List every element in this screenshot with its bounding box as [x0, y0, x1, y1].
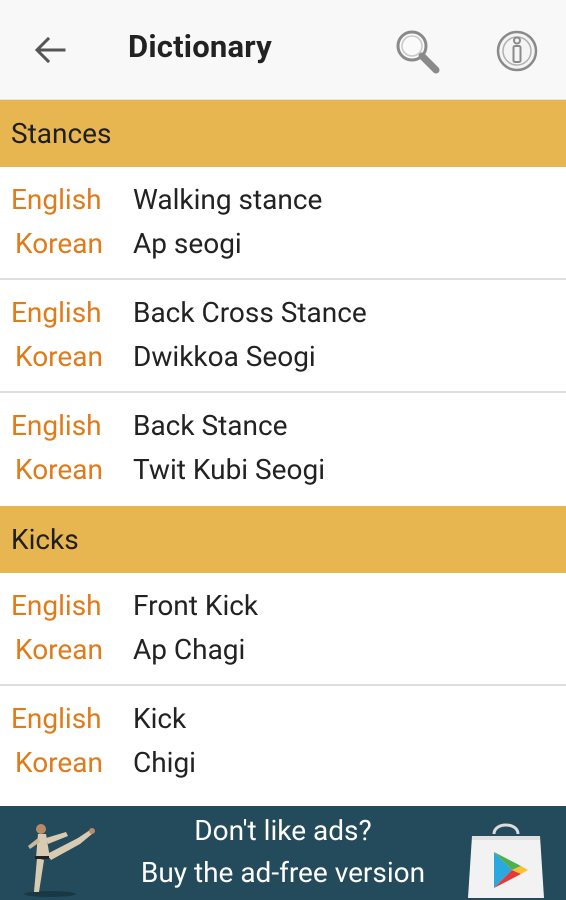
english-term: Back Cross Stance — [133, 296, 367, 329]
english-label: English — [11, 702, 102, 735]
korean-term: Chigi — [133, 746, 196, 779]
list-item[interactable]: English Walking stance Korean Ap seogi — [0, 167, 566, 280]
korean-label: Korean — [15, 453, 103, 486]
back-button[interactable] — [26, 26, 74, 74]
section-header-kicks: Kicks — [0, 506, 566, 573]
play-store-bag-icon — [468, 823, 544, 898]
english-label: English — [11, 296, 102, 329]
dictionary-list: Stances English Walking stance Korean Ap… — [0, 100, 566, 806]
korean-label: Korean — [15, 340, 103, 373]
korean-term: Dwikkoa Seogi — [133, 340, 316, 373]
section-header-stances: Stances — [0, 100, 566, 167]
english-term: Back Stance — [133, 409, 288, 442]
korean-term: Ap Chagi — [133, 633, 246, 666]
ad-banner[interactable]: Don't like ads? Buy the ad-free version — [0, 806, 566, 900]
list-item[interactable]: English Back Cross Stance Korean Dwikkoa… — [0, 280, 566, 393]
korean-term: Twit Kubi Seogi — [133, 453, 326, 486]
search-icon — [396, 30, 440, 74]
list-item[interactable]: English Kick Korean Chigi — [0, 686, 566, 799]
page-title: Dictionary — [128, 28, 272, 65]
list-item[interactable]: English Front Kick Korean Ap Chagi — [0, 573, 566, 686]
korean-term: Ap seogi — [133, 227, 242, 260]
info-icon — [496, 30, 538, 72]
info-button[interactable] — [492, 26, 542, 76]
korean-label: Korean — [15, 227, 103, 260]
list-item[interactable]: English Back Stance Korean Twit Kubi Seo… — [0, 393, 566, 506]
korean-label: Korean — [15, 746, 103, 779]
english-term: Walking stance — [133, 183, 323, 216]
english-term: Front Kick — [133, 589, 259, 622]
english-label: English — [11, 589, 102, 622]
korean-label: Korean — [15, 633, 103, 666]
english-term: Kick — [133, 702, 187, 735]
english-label: English — [11, 409, 102, 442]
app-bar: Dictionary — [0, 0, 566, 100]
search-button[interactable] — [392, 26, 444, 78]
english-label: English — [11, 183, 102, 216]
arrow-left-icon — [34, 36, 66, 64]
